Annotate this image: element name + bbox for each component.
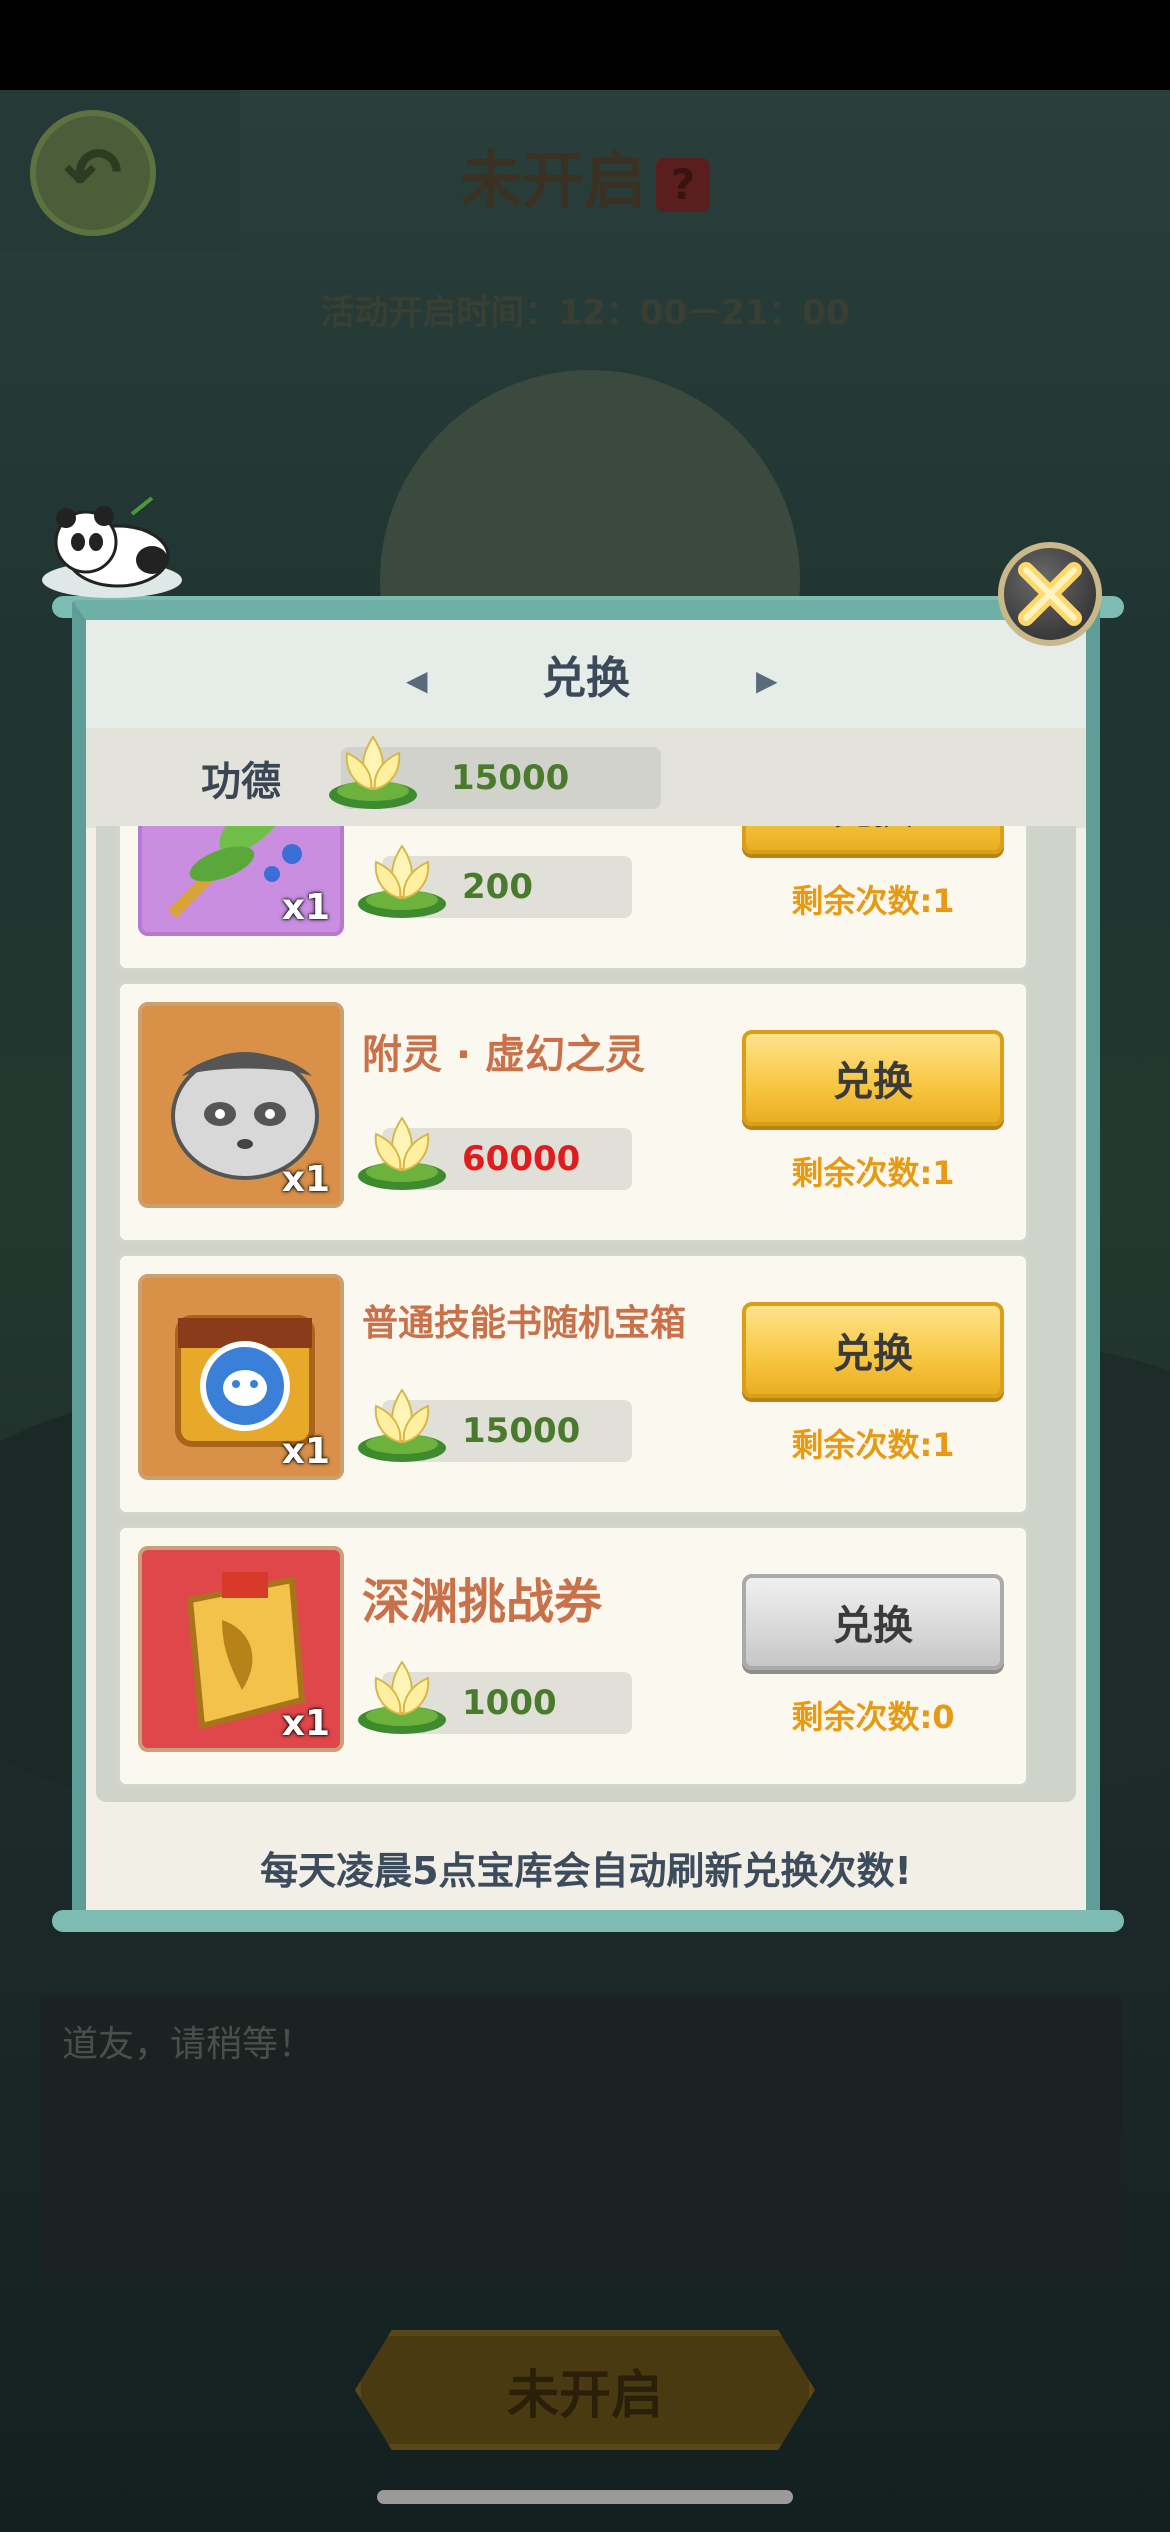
item-name: 深渊挑战券 — [362, 1574, 603, 1630]
list-item: x1 200 兑换 剩余次数:1 — [116, 826, 1030, 972]
price-value: 60000 — [462, 1139, 581, 1179]
lotus-icon — [358, 844, 446, 918]
price-value: 1000 — [462, 1683, 557, 1723]
jade-branch-icon: x1 — [138, 826, 344, 936]
lotus-icon — [329, 735, 417, 809]
list-item: x1 深渊挑战券 1000 兑换 剩余次数:0 — [116, 1524, 1030, 1788]
exchange-button[interactable]: 兑换 — [742, 1030, 1004, 1126]
lotus-icon — [358, 1660, 446, 1734]
refresh-note: 每天凌晨5点宝库会自动刷新兑换次数! — [260, 1849, 912, 1893]
item-qty: x1 — [281, 887, 330, 928]
help-icon[interactable]: ? — [656, 157, 710, 212]
item-name: 普通技能书随机宝箱 — [362, 1303, 687, 1344]
dialog-header: ◀ 兑换 ▶ — [86, 620, 1086, 728]
item-price: 15000 — [358, 1388, 632, 1462]
price-value: 15000 — [462, 1411, 581, 1451]
merit-row: 功德 15000 — [86, 728, 1086, 828]
close-icon — [1018, 562, 1082, 626]
close-button[interactable] — [998, 542, 1102, 646]
lotus-icon — [358, 1388, 446, 1462]
panda-spirit-icon: x1 — [138, 1002, 344, 1208]
lotus-icon — [358, 1116, 446, 1190]
start-button[interactable]: 未开启 — [355, 2330, 815, 2450]
merit-value: 15000 — [451, 758, 570, 798]
item-name: 附灵 · 虚幻之灵 — [362, 1032, 646, 1078]
fish-right-icon: ▶ — [756, 664, 778, 697]
page-title: 未开启? — [0, 130, 1170, 220]
exchange-button-disabled[interactable]: 兑换 — [742, 1574, 1004, 1670]
chat-placeholder: 道友，请稍等！ — [62, 2024, 315, 2065]
exchange-button[interactable]: 兑换 — [742, 1302, 1004, 1398]
item-qty: x1 — [281, 1703, 330, 1744]
item-price: 200 — [358, 844, 632, 918]
remaining-count: 剩余次数:0 — [791, 1698, 955, 1736]
page-title-text: 未开启 — [459, 144, 646, 217]
item-price: 60000 — [358, 1116, 632, 1190]
remaining-count: 剩余次数:1 — [791, 882, 955, 920]
panda-mascot-icon — [42, 496, 182, 598]
status-bar — [0, 0, 1170, 90]
fish-left-icon: ◀ — [406, 664, 428, 697]
merit-balance: 15000 — [329, 735, 661, 809]
item-qty: x1 — [281, 1159, 330, 1200]
exchange-button[interactable]: 兑换 — [742, 826, 1004, 854]
list-item: x1 附灵 · 虚幻之灵 60000 兑换 剩余次数:1 — [116, 980, 1030, 1244]
exchange-list[interactable]: x1 200 兑换 剩余次数:1 — [96, 826, 1076, 1802]
item-price: 1000 — [358, 1660, 632, 1734]
item-qty: x1 — [281, 1431, 330, 1472]
remaining-count: 剩余次数:1 — [791, 1154, 955, 1192]
remaining-count: 剩余次数:1 — [791, 1426, 955, 1464]
exchange-dialog: ◀ 兑换 ▶ 功德 15000 x1 200 剩余次数:1 x1 附灵 · 虚幻… — [72, 600, 1100, 1925]
dialog-title: 兑换 — [542, 653, 630, 704]
merit-label: 功德 — [201, 759, 281, 805]
skill-book-chest-icon: x1 — [138, 1274, 344, 1480]
chat-box: 道友，请稍等！ — [40, 1995, 1122, 2285]
home-indicator — [377, 2490, 793, 2504]
scroll-rod-bottom — [52, 1910, 1124, 1932]
challenge-scroll-icon: x1 — [138, 1546, 344, 1752]
price-value: 200 — [462, 867, 533, 907]
activity-time: 活动开启时间：12：00－21：00 — [320, 293, 850, 333]
list-item: x1 普通技能书随机宝箱 15000 兑换 剩余次数:1 — [116, 1252, 1030, 1516]
